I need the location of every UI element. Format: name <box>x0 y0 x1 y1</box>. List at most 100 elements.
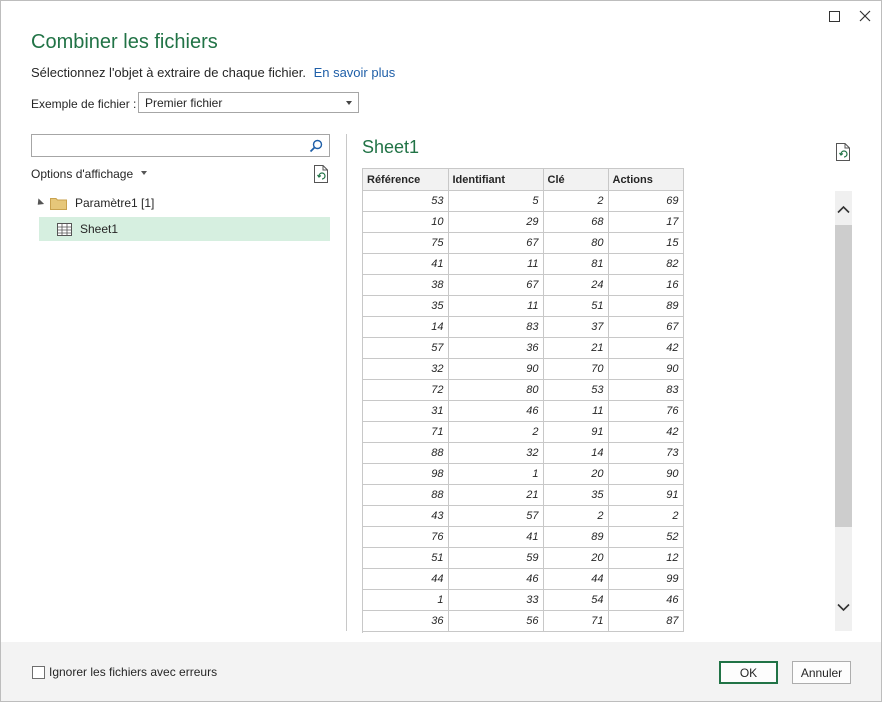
table-cell: 11 <box>448 253 544 275</box>
table-cell: 11 <box>448 295 544 317</box>
table-cell: 14 <box>543 442 609 464</box>
column-header: Identifiant <box>448 169 544 191</box>
table-cell: 89 <box>608 295 684 317</box>
table-cell: 2 <box>543 190 609 212</box>
table-cell: 32 <box>448 442 544 464</box>
table-cell: 2 <box>543 505 609 527</box>
table-cell: 1 <box>448 463 544 485</box>
preview-title: Sheet1 <box>362 137 420 157</box>
table-cell: 56 <box>448 610 544 632</box>
table-cell: 51 <box>363 547 449 569</box>
table-cell: 76 <box>363 526 449 548</box>
table-cell: 88 <box>363 442 449 464</box>
preview-table-container: Référence Identifiant Clé Actions 53 5 2 69… <box>362 168 684 633</box>
vertical-scrollbar[interactable] <box>835 191 852 631</box>
ignore-errors-checkbox[interactable] <box>32 666 45 679</box>
expand-arrow-icon[interactable] <box>34 198 45 208</box>
table-cell: 46 <box>448 400 544 422</box>
table-cell: 35 <box>363 295 449 317</box>
table-cell: 87 <box>608 610 684 632</box>
table-cell: 42 <box>608 421 684 443</box>
table-row: 75 67 80 15 <box>363 232 684 254</box>
table-cell: 29 <box>448 211 544 233</box>
table-cell: 53 <box>363 190 449 212</box>
table-row: 57 36 21 42 <box>363 337 684 359</box>
learn-more-link[interactable]: En savoir plus <box>314 65 396 80</box>
tree-item-parameter-label: Paramètre1 [1] <box>75 196 155 210</box>
table-cell: 36 <box>448 337 544 359</box>
table-cell: 52 <box>608 526 684 548</box>
table-cell: 89 <box>543 526 609 548</box>
table-cell: 24 <box>543 274 609 296</box>
table-cell: 71 <box>363 421 449 443</box>
cancel-button[interactable]: Annuler <box>792 661 851 684</box>
search-icon <box>309 139 323 153</box>
maximize-icon <box>828 10 840 22</box>
table-cell: 21 <box>448 484 544 506</box>
table-header-row: Référence Identifiant Clé Actions <box>363 169 684 191</box>
chevron-down-icon <box>346 101 352 105</box>
table-row: 36 56 71 87 <box>363 610 684 632</box>
pane-divider[interactable] <box>346 134 347 631</box>
tree-item-sheet1[interactable]: Sheet1 <box>39 217 330 241</box>
table-cell: 91 <box>543 421 609 443</box>
dialog-title: Combiner les fichiers <box>31 31 218 53</box>
table-row: 44 46 44 99 <box>363 568 684 590</box>
table-row: 76 41 89 52 <box>363 526 684 548</box>
table-cell: 43 <box>363 505 449 527</box>
table-row: 51 59 20 12 <box>363 547 684 569</box>
table-cell: 90 <box>608 358 684 380</box>
close-button[interactable] <box>854 7 876 25</box>
table-cell: 88 <box>363 484 449 506</box>
table-cell: 57 <box>448 505 544 527</box>
table-cell: 44 <box>543 568 609 590</box>
table-cell: 11 <box>543 400 609 422</box>
ok-button[interactable]: OK <box>719 661 778 684</box>
table-cell: 41 <box>363 253 449 275</box>
table-row: 38 67 24 16 <box>363 274 684 296</box>
table-cell: 81 <box>543 253 609 275</box>
search-input[interactable] <box>31 134 330 157</box>
table-cell: 46 <box>608 589 684 611</box>
table-cell: 67 <box>448 274 544 296</box>
table-row: 98 1 20 90 <box>363 463 684 485</box>
table-icon <box>57 222 72 236</box>
table-row: 32 90 70 90 <box>363 358 684 380</box>
scroll-up-icon[interactable] <box>837 205 850 214</box>
table-cell: 53 <box>543 379 609 401</box>
table-row: 88 21 35 91 <box>363 484 684 506</box>
table-row: 72 80 53 83 <box>363 379 684 401</box>
refresh-icon[interactable] <box>835 143 851 161</box>
combine-files-dialog: Combiner les fichiers Sélectionnez l'obj… <box>0 0 882 702</box>
sample-file-value: Premier fichier <box>145 96 223 110</box>
table-cell: 76 <box>608 400 684 422</box>
scrollbar-thumb[interactable] <box>835 225 852 527</box>
table-cell: 32 <box>363 358 449 380</box>
table-cell: 1 <box>363 589 449 611</box>
table-cell: 67 <box>608 316 684 338</box>
table-cell: 69 <box>608 190 684 212</box>
table-cell: 80 <box>448 379 544 401</box>
table-cell: 51 <box>543 295 609 317</box>
refresh-icon[interactable] <box>313 165 329 183</box>
table-cell: 73 <box>608 442 684 464</box>
table-cell: 46 <box>448 568 544 590</box>
table-cell: 42 <box>608 337 684 359</box>
table-cell: 20 <box>543 463 609 485</box>
table-cell: 12 <box>608 547 684 569</box>
table-cell: 82 <box>608 253 684 275</box>
table-cell: 99 <box>608 568 684 590</box>
table-cell: 10 <box>363 211 449 233</box>
scroll-down-icon[interactable] <box>837 603 850 612</box>
table-row: 53 5 2 69 <box>363 190 684 212</box>
table-cell: 16 <box>608 274 684 296</box>
table-row: 71 2 91 42 <box>363 421 684 443</box>
sample-file-select[interactable]: Premier fichier <box>138 92 359 113</box>
table-cell: 68 <box>543 211 609 233</box>
table-cell: 59 <box>448 547 544 569</box>
display-options-dropdown[interactable]: Options d'affichage <box>31 167 148 181</box>
table-cell: 44 <box>363 568 449 590</box>
tree-item-parameter[interactable]: Paramètre1 [1] <box>34 196 155 210</box>
column-header: Clé <box>543 169 609 191</box>
maximize-button[interactable] <box>823 7 845 25</box>
